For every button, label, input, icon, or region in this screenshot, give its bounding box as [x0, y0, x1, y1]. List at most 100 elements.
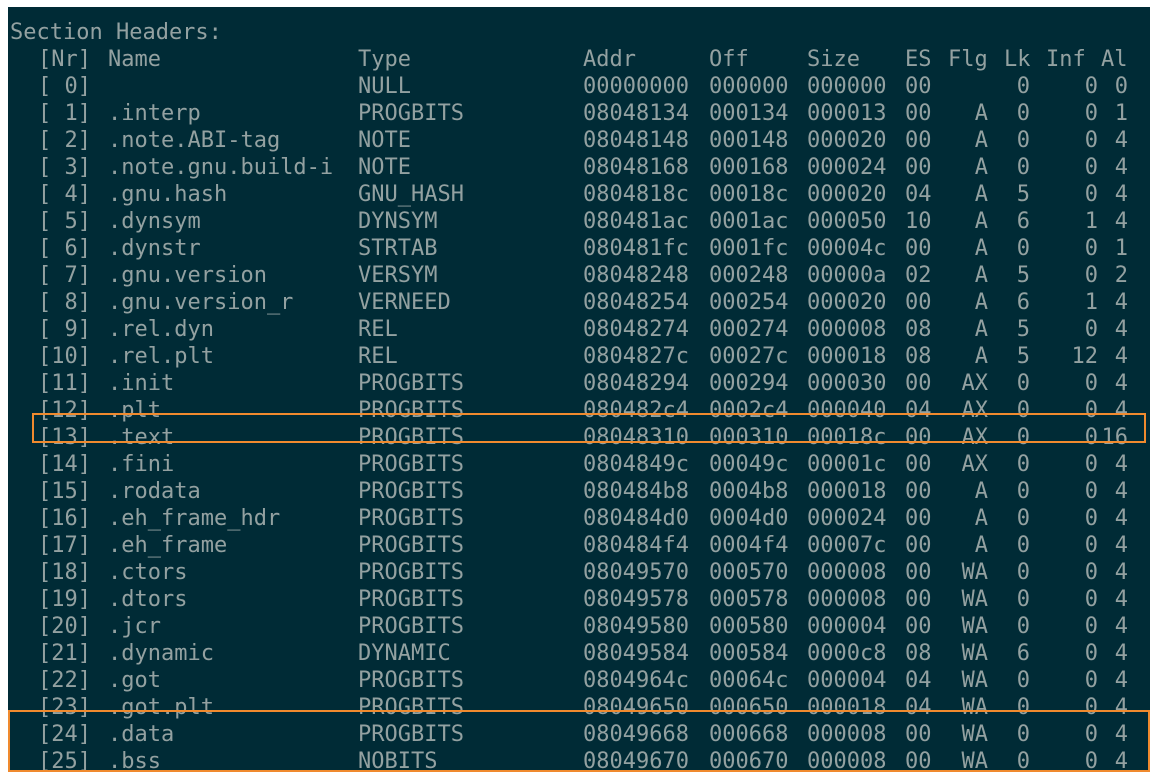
cell-flg: WA — [961, 749, 989, 772]
table-row: [ 3] .note.gnu.build-i NOTE 08048168 000168 0… — [8, 154, 1150, 181]
cell-al: 2 — [1114, 263, 1128, 288]
cell-al: 4 — [1114, 371, 1128, 396]
cell-inf: 0 — [1084, 236, 1098, 261]
table-row: [22] .got PROGBITS 0804964c 00064c 000004 04 WA… — [8, 667, 1150, 694]
header-es: ES — [905, 47, 932, 72]
cell-name: .bss — [108, 749, 161, 772]
cell-off: 00049c — [709, 452, 789, 477]
cell-type: NOBITS — [358, 749, 438, 772]
cell-lk: 0 — [1016, 74, 1030, 99]
cell-al: 1 — [1114, 101, 1128, 126]
cell-type: PROGBITS — [358, 533, 464, 558]
cell-lk: 0 — [1016, 398, 1030, 423]
cell-type: PROGBITS — [358, 587, 464, 612]
cell-flg: WA — [961, 668, 989, 693]
cell-addr: 08048294 — [583, 371, 689, 396]
cell-name: .fini — [108, 452, 175, 477]
cell-off: 0004b8 — [709, 479, 789, 504]
cell-addr: 080481fc — [583, 236, 689, 261]
cell-addr: 08049670 — [583, 749, 689, 772]
cell-addr: 08049668 — [583, 722, 689, 747]
cell-off: 0001fc — [709, 236, 789, 261]
cell-nr: [17] — [38, 533, 91, 558]
cell-flg: A — [974, 209, 988, 234]
cell-addr: 0804818c — [583, 182, 689, 207]
cell-al: 4 — [1114, 722, 1128, 747]
cell-addr: 08048274 — [583, 317, 689, 342]
cell-al: 1 — [1114, 236, 1128, 261]
cell-addr: 0804849c — [583, 452, 689, 477]
cell-al: 4 — [1114, 533, 1128, 558]
terminal-window[interactable]: Section Headers: [Nr] Name Type Addr Off… — [8, 7, 1150, 772]
cell-flg: A — [974, 128, 988, 153]
cell-inf: 0 — [1084, 263, 1098, 288]
cell-size: 000008 — [807, 722, 887, 747]
cell-al: 4 — [1114, 344, 1128, 369]
cell-flg: A — [974, 236, 988, 261]
cell-nr: [14] — [38, 452, 91, 477]
cell-flg: A — [974, 290, 988, 315]
cell-off: 000310 — [709, 425, 789, 450]
cell-off: 0001ac — [709, 209, 789, 234]
cell-nr: [ 7] — [38, 263, 91, 288]
cell-lk: 6 — [1016, 641, 1030, 666]
cell-type: PROGBITS — [358, 425, 464, 450]
cell-type: NULL — [358, 74, 411, 99]
cell-inf: 0 — [1084, 452, 1098, 477]
cell-size: 000030 — [807, 371, 887, 396]
section-headers-title: Section Headers: — [8, 19, 222, 46]
cell-size: 000018 — [807, 479, 887, 504]
cell-off: 000650 — [709, 695, 789, 720]
table-row: [12] .plt PROGBITS 080482c4 0002c4 000040 04 AX… — [8, 397, 1150, 424]
cell-name: .dynstr — [108, 236, 201, 261]
cell-size: 000008 — [807, 749, 887, 772]
cell-al: 4 — [1114, 506, 1128, 531]
cell-off: 000668 — [709, 722, 789, 747]
cell-size: 000024 — [807, 506, 887, 531]
cell-nr: [ 3] — [38, 155, 91, 180]
cell-lk: 0 — [1016, 479, 1030, 504]
cell-off: 000580 — [709, 614, 789, 639]
cell-flg: AX — [961, 452, 989, 477]
cell-name: .data — [108, 722, 175, 747]
table-row: [20] .jcr PROGBITS 08049580 000580 000004 0 0 WA… — [8, 613, 1150, 640]
cell-addr: 08049650 — [583, 695, 689, 720]
table-row: [25] .bss NOBITS 08049670 000670 000008 00 WA 0 0… — [8, 748, 1150, 772]
cell-addr: 0804964c — [583, 668, 689, 693]
cell-al: 16 — [1101, 425, 1129, 450]
cell-size: 00000a — [807, 263, 887, 288]
cell-type: PROGBITS — [358, 452, 464, 477]
cell-size: 000018 — [807, 344, 887, 369]
cell-name: .gnu.hash — [108, 182, 228, 207]
header-off: Off — [709, 47, 749, 72]
cell-nr: [25] — [38, 749, 91, 772]
table-row: [11] .init PROGBITS 08048294 000294 000030 0 0 A… — [8, 370, 1150, 397]
cell-size: 000024 — [807, 155, 887, 180]
cell-name: .ctors — [108, 560, 188, 585]
table-row: [ 1] .interp PROGBITS 08048134 000134 000013 0… — [8, 100, 1150, 127]
cell-lk: 0 — [1016, 560, 1030, 585]
cell-es: 00 — [905, 74, 932, 99]
cell-name: .got — [108, 668, 161, 693]
cell-name: .eh_frame — [108, 533, 228, 558]
cell-off: 000000 — [709, 74, 789, 99]
cell-off: 00027c — [709, 344, 789, 369]
cell-flg: A — [974, 155, 988, 180]
table-row: [15] .rodata PROGBITS 080484b8 0004b8 000018 0… — [8, 478, 1150, 505]
cell-flg: AX — [961, 371, 989, 396]
header-nr: [Nr] — [38, 47, 91, 72]
cell-off: 000670 — [709, 749, 789, 772]
cell-off: 000578 — [709, 587, 789, 612]
cell-al: 4 — [1114, 209, 1128, 234]
cell-type: STRTAB — [358, 236, 438, 261]
cell-size: 000004 — [807, 614, 887, 639]
table-row: [24] .data PROGBITS 08049668 000668 000008 0 0 W… — [8, 721, 1150, 748]
table-header-row: [Nr] Name Type Addr Off Size ES Flg Lk I… — [8, 46, 1128, 73]
cell-size: 000020 — [807, 182, 887, 207]
cell-type: PROGBITS — [358, 668, 464, 693]
cell-off: 000274 — [709, 317, 789, 342]
table-row: [ 6] .dynstr STRTAB 080481fc 0001fc 00004c 0 0 A… — [8, 235, 1150, 262]
header-name: Name — [108, 47, 161, 72]
cell-name: .eh_frame_hdr — [108, 506, 281, 531]
cell-off: 00018c — [709, 182, 789, 207]
